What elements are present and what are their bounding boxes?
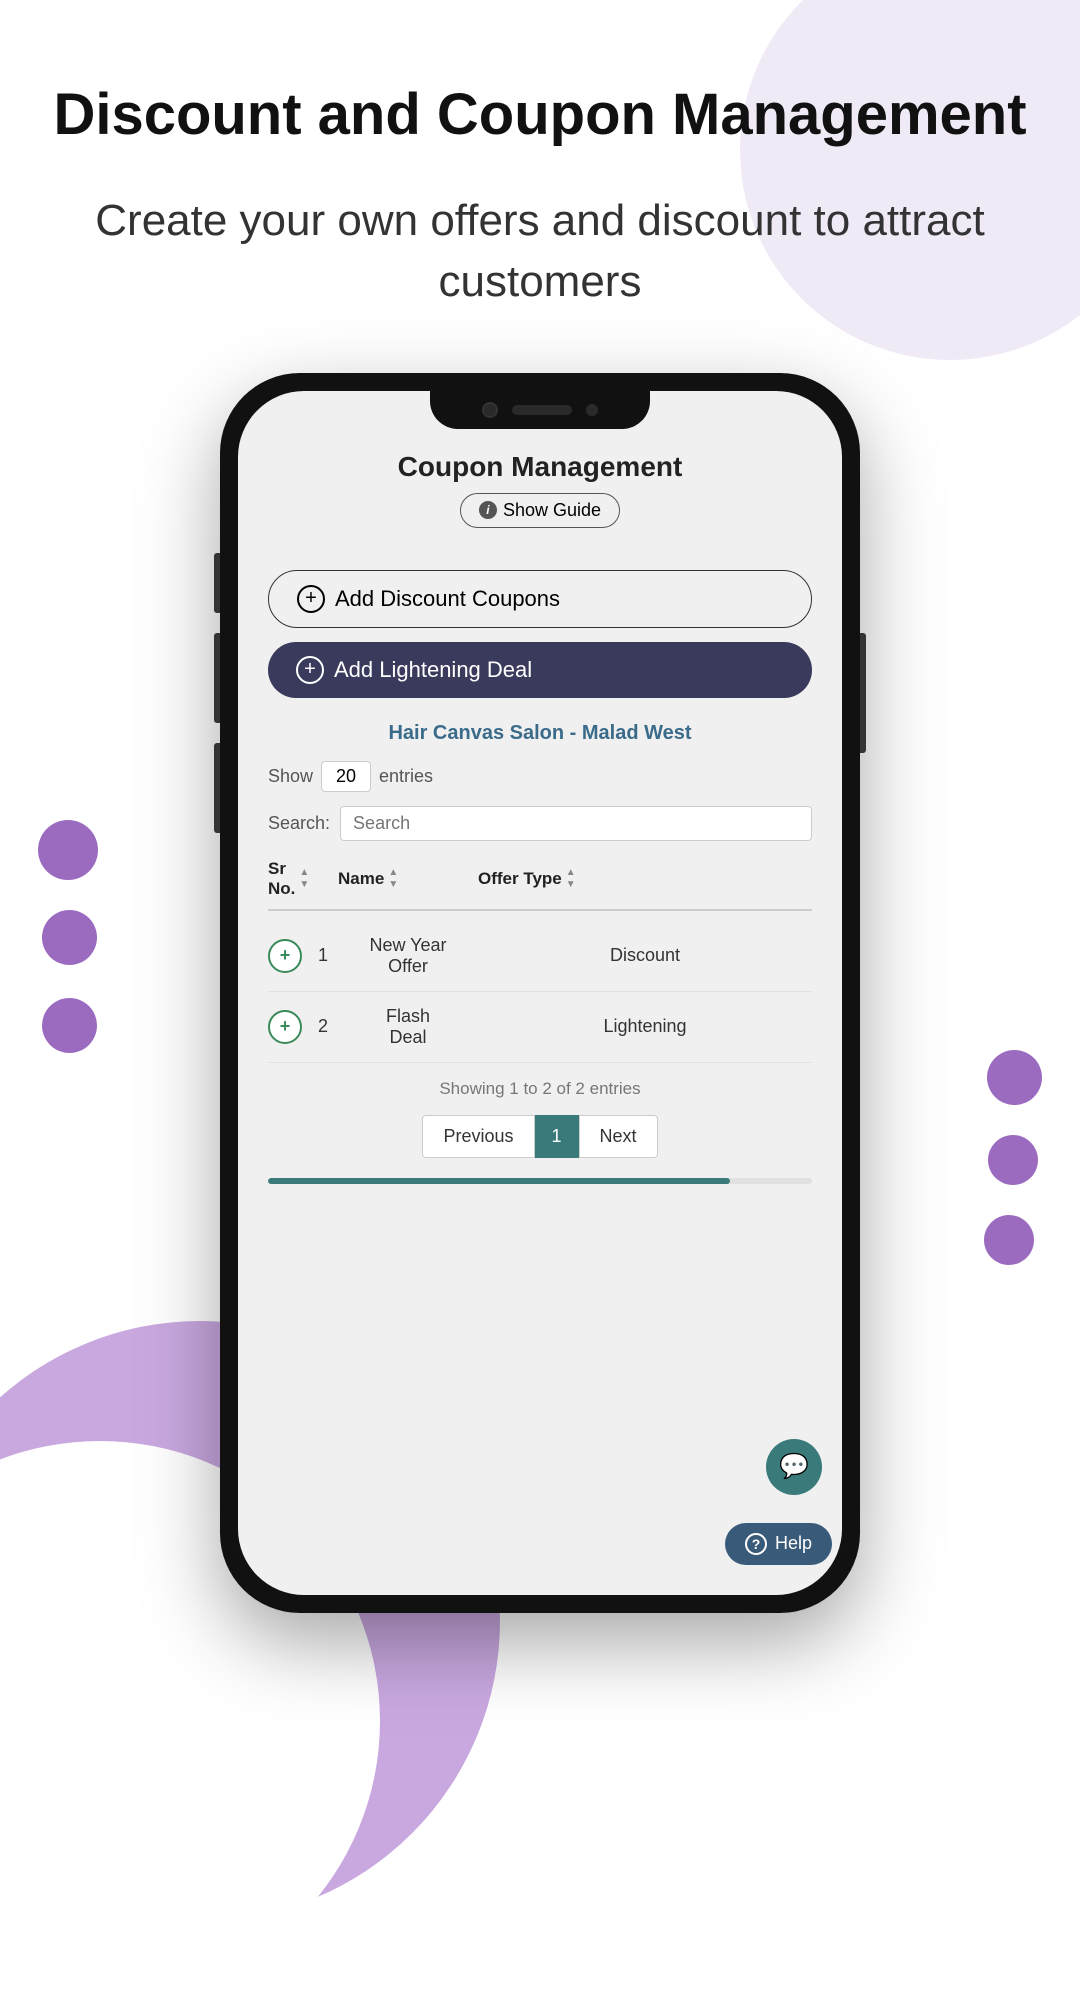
offer-sort-arrows: ▲▼ <box>566 867 576 890</box>
phone-outer-shell: Coupon Management i Show Guide + Add Dis… <box>220 373 860 1613</box>
name-sort-arrows: ▲▼ <box>388 867 398 890</box>
add-discount-coupons-button[interactable]: + Add Discount Coupons <box>268 570 812 628</box>
col-header-offer: Offer Type ▲▼ <box>478 859 812 899</box>
notch-sensor <box>586 404 598 416</box>
phone-btn-mute <box>214 553 220 613</box>
row-2-name: FlashDeal <box>338 1006 478 1048</box>
table-row: + 2 FlashDeal Lightening <box>268 992 812 1063</box>
row-1-offer: Discount <box>478 945 812 966</box>
page-content: Discount and Coupon Management Create yo… <box>0 0 1080 1613</box>
progress-bar-container <box>268 1178 812 1184</box>
row-1-num: 1 <box>310 945 328 966</box>
col-name-label: Name <box>338 869 384 889</box>
add-coupon-label: Add Discount Coupons <box>335 586 560 612</box>
pagination: Previous 1 Next <box>268 1115 812 1158</box>
page-number-active[interactable]: 1 <box>535 1115 579 1158</box>
col-sr-label2: No. <box>268 879 295 899</box>
row-1-name: New YearOffer <box>338 935 478 977</box>
plus-circle-lightning: + <box>296 656 324 684</box>
help-question-icon: ? <box>745 1533 767 1555</box>
info-icon: i <box>479 501 497 519</box>
row-2-offer: Lightening <box>478 1016 812 1037</box>
previous-button[interactable]: Previous <box>422 1115 534 1158</box>
progress-bar-fill <box>268 1178 730 1184</box>
help-label: Help <box>775 1533 812 1554</box>
sr-sort-arrows: ▲▼ <box>299 867 309 890</box>
search-input[interactable] <box>340 806 812 841</box>
coupons-table: Sr No. ▲▼ Name ▲▼ <box>268 859 812 1063</box>
search-row: Search: <box>268 806 812 841</box>
add-lightening-deal-button[interactable]: + Add Lightening Deal <box>268 642 812 698</box>
screen-title: Coupon Management <box>398 451 683 482</box>
col-header-sr: Sr No. ▲▼ <box>268 859 338 899</box>
row-2-icon[interactable]: + <box>268 1010 302 1044</box>
phone-btn-vol-down <box>214 743 220 833</box>
table-row: + 1 New YearOffer Discount <box>268 921 812 992</box>
add-lightning-label: Add Lightening Deal <box>334 657 532 683</box>
col-offer-label: Offer Type <box>478 869 562 889</box>
show-entries-row: Show entries <box>268 761 812 792</box>
table-header: Sr No. ▲▼ Name ▲▼ <box>268 859 812 911</box>
phone-btn-power <box>860 633 866 753</box>
phone-notch <box>430 391 650 429</box>
notch-camera <box>482 402 498 418</box>
entries-label-pre: Show <box>268 766 313 787</box>
notch-speaker <box>512 405 572 415</box>
row-1-icon[interactable]: + <box>268 939 302 973</box>
screen-content: Coupon Management i Show Guide + Add Dis… <box>238 431 842 1595</box>
showing-entries-text: Showing 1 to 2 of 2 entries <box>268 1079 812 1099</box>
phone-mockup: Coupon Management i Show Guide + Add Dis… <box>220 373 860 1613</box>
salon-name: Hair Canvas Salon - Malad West <box>268 722 812 745</box>
next-button[interactable]: Next <box>579 1115 658 1158</box>
chat-icon: 💬 <box>779 1452 809 1481</box>
col-sr-label: Sr <box>268 859 286 879</box>
entries-label-post: entries <box>379 766 433 787</box>
show-guide-label: Show Guide <box>503 500 601 521</box>
entries-input[interactable] <box>321 761 371 792</box>
page-title: Discount and Coupon Management <box>0 0 1080 150</box>
chat-button[interactable]: 💬 <box>766 1439 822 1495</box>
show-guide-button[interactable]: i Show Guide <box>460 493 620 528</box>
help-button[interactable]: ? Help <box>725 1523 832 1565</box>
phone-screen: Coupon Management i Show Guide + Add Dis… <box>238 391 842 1595</box>
col-header-name: Name ▲▼ <box>338 859 478 899</box>
page-subtitle: Create your own offers and discount to a… <box>0 190 1080 313</box>
plus-circle-coupon: + <box>297 585 325 613</box>
phone-btn-vol-up <box>214 633 220 723</box>
row-2-num: 2 <box>310 1016 328 1037</box>
search-label: Search: <box>268 813 330 834</box>
